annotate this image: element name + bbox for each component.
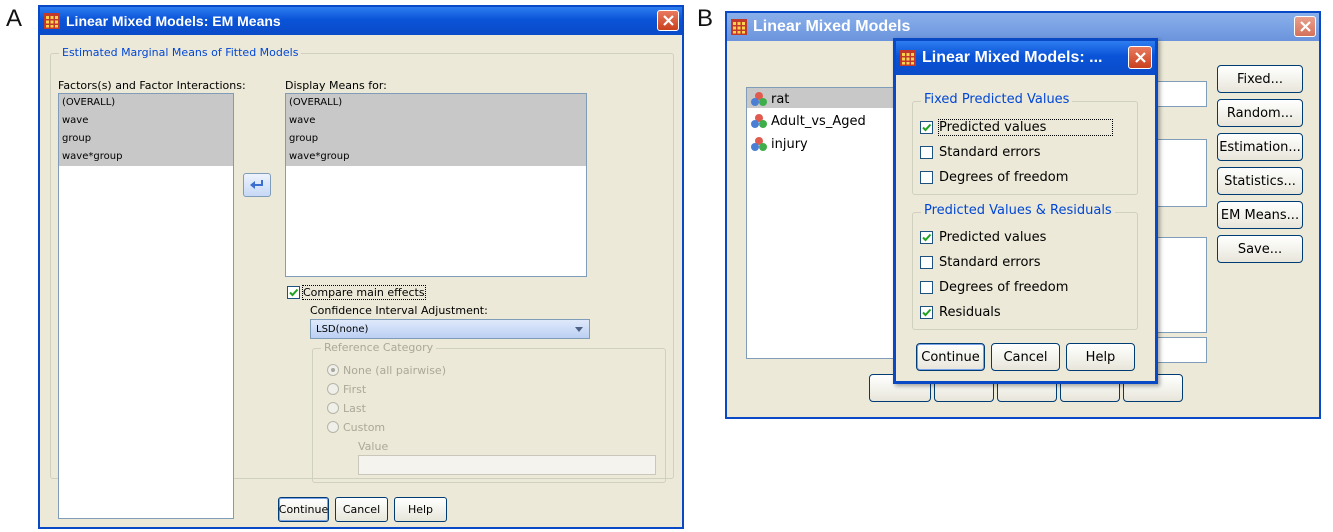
arrow-transfer-icon: [250, 180, 263, 189]
continue-button[interactable]: Continue: [278, 497, 329, 522]
estimated-means-legend: Estimated Marginal Means of Fitted Model…: [59, 46, 302, 59]
lmm-title: Linear Mixed Models: [753, 18, 911, 35]
panel-label-b: B: [697, 5, 714, 32]
panel-label-a: A: [6, 5, 23, 32]
random-button[interactable]: Random...: [1217, 99, 1303, 127]
spss-grid-icon: [731, 19, 747, 35]
em-means-button[interactable]: EM Means...: [1217, 201, 1303, 229]
em-means-titlebar: Linear Mixed Models: EM Means: [40, 7, 682, 35]
variable-rat[interactable]: rat: [771, 92, 789, 107]
value-label: Value: [358, 440, 389, 453]
fixed-degrees-freedom-label: Degrees of freedom: [939, 170, 1069, 185]
spss-grid-icon: [900, 50, 916, 66]
resid-degrees-freedom-label: Degrees of freedom: [939, 280, 1069, 295]
spss-grid-icon: [44, 13, 60, 29]
list-item[interactable]: group: [286, 130, 586, 148]
close-icon: [1299, 21, 1311, 32]
nominal-variable-icon: [751, 114, 767, 128]
em-close-button[interactable]: [657, 10, 679, 31]
residuals-checkbox[interactable]: [920, 306, 933, 319]
continue-button[interactable]: Continue: [916, 343, 985, 371]
statistics-button[interactable]: Statistics...: [1217, 167, 1303, 195]
fixed-standard-errors-checkbox[interactable]: [920, 146, 933, 159]
help-button[interactable]: Help: [1066, 343, 1135, 371]
resid-standard-errors-checkbox[interactable]: [920, 256, 933, 269]
save-titlebar: Linear Mixed Models: ...: [896, 41, 1155, 75]
chevron-down-icon: [575, 327, 583, 332]
close-icon: [662, 15, 674, 26]
checkmark-icon: [922, 233, 932, 242]
fixed-degrees-freedom-checkbox[interactable]: [920, 171, 933, 184]
lmm-close-button[interactable]: [1294, 16, 1316, 37]
list-item[interactable]: (OVERALL): [286, 94, 586, 112]
radio-custom[interactable]: [327, 421, 339, 433]
list-item[interactable]: wave: [286, 112, 586, 130]
nominal-variable-icon: [751, 92, 767, 106]
resid-predicted-values-checkbox[interactable]: [920, 231, 933, 244]
fixed-button[interactable]: Fixed...: [1217, 65, 1303, 93]
radio-last[interactable]: [327, 402, 339, 414]
fixed-predicted-legend: Fixed Predicted Values: [921, 92, 1073, 107]
radio-last-label: Last: [343, 402, 366, 415]
list-item[interactable]: wave: [59, 112, 233, 130]
nominal-variable-icon: [751, 137, 767, 151]
predicted-residuals-legend: Predicted Values & Residuals: [921, 203, 1115, 218]
checkmark-icon: [922, 308, 932, 317]
resid-predicted-values-label: Predicted values: [939, 230, 1047, 245]
radio-first[interactable]: [327, 383, 339, 395]
list-item[interactable]: wave*group: [59, 148, 233, 166]
ci-adjustment-value: LSD(none): [316, 324, 369, 335]
resid-standard-errors-label: Standard errors: [939, 255, 1041, 270]
lmm-titlebar: Linear Mixed Models: [727, 13, 1319, 41]
checkmark-icon: [289, 288, 299, 297]
compare-main-effects-checkbox[interactable]: [287, 286, 300, 299]
list-item[interactable]: (OVERALL): [59, 94, 233, 112]
save-title: Linear Mixed Models: ...: [922, 49, 1103, 66]
checkmark-icon: [922, 123, 932, 132]
cancel-button[interactable]: Cancel: [335, 497, 388, 522]
display-means-listbox[interactable]: (OVERALL) wave group wave*group: [285, 93, 587, 277]
factors-listbox[interactable]: (OVERALL) wave group wave*group: [58, 93, 234, 519]
cancel-button[interactable]: Cancel: [991, 343, 1060, 371]
save-dialog: Linear Mixed Models: ... Fixed Predicted…: [893, 38, 1158, 384]
fixed-predicted-values-checkbox[interactable]: [920, 121, 933, 134]
variable-injury[interactable]: injury: [771, 137, 808, 152]
radio-none-pairwise[interactable]: [327, 364, 339, 376]
list-item[interactable]: wave*group: [286, 148, 586, 166]
factors-label: Factors(s) and Factor Interactions:: [58, 79, 246, 92]
compare-main-effects-label: Compare main effects: [302, 285, 426, 300]
estimation-button[interactable]: Estimation...: [1217, 133, 1303, 161]
reference-category-legend: Reference Category: [321, 341, 437, 354]
radio-none-pairwise-label: None (all pairwise): [343, 364, 446, 377]
radio-custom-label: Custom: [343, 421, 386, 434]
ci-adjustment-label: Confidence Interval Adjustment:: [310, 304, 488, 317]
custom-value-field[interactable]: [358, 455, 656, 475]
ci-adjustment-dropdown[interactable]: LSD(none): [310, 319, 590, 339]
em-means-title: Linear Mixed Models: EM Means: [66, 13, 281, 29]
radio-first-label: First: [343, 383, 367, 396]
em-means-dialog: Linear Mixed Models: EM Means Estimated …: [38, 5, 684, 529]
save-button[interactable]: Save...: [1217, 235, 1303, 263]
list-item[interactable]: group: [59, 130, 233, 148]
fixed-standard-errors-label: Standard errors: [939, 145, 1041, 160]
help-button[interactable]: Help: [394, 497, 447, 522]
fixed-predicted-values-label: Predicted values: [937, 119, 1114, 136]
resid-degrees-freedom-checkbox[interactable]: [920, 281, 933, 294]
residuals-label: Residuals: [939, 305, 1001, 320]
save-close-button[interactable]: [1128, 46, 1152, 69]
move-right-button[interactable]: [243, 173, 271, 197]
display-means-label: Display Means for:: [285, 79, 387, 92]
close-icon: [1134, 52, 1146, 63]
variable-adult-vs-aged[interactable]: Adult_vs_Aged: [771, 114, 866, 129]
